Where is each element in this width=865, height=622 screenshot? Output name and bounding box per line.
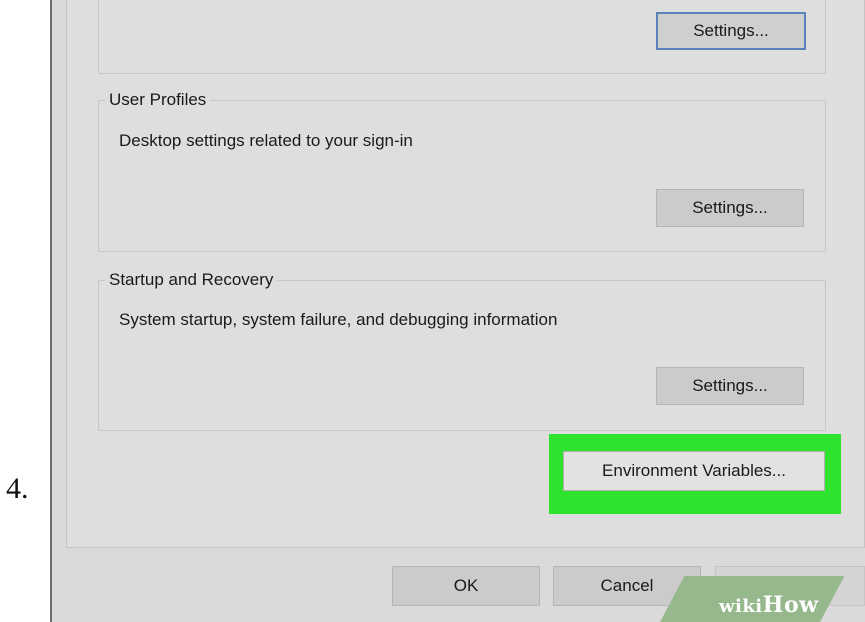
- system-properties-dialog: Settings... User Profiles Desktop settin…: [50, 0, 865, 622]
- highlight-box: Environment Variables...: [549, 434, 841, 514]
- startup-recovery-settings-button[interactable]: Settings...: [656, 367, 804, 405]
- startup-recovery-group: Startup and Recovery System startup, sys…: [98, 270, 826, 431]
- performance-group: Settings...: [98, 0, 826, 74]
- startup-recovery-legend: Startup and Recovery: [105, 270, 278, 290]
- user-profiles-legend: User Profiles: [105, 90, 211, 110]
- wikihow-logo-wiki: wiki: [719, 596, 763, 617]
- ok-button[interactable]: OK: [392, 566, 540, 606]
- user-profiles-group: User Profiles Desktop settings related t…: [98, 90, 826, 252]
- startup-recovery-description: System startup, system failure, and debu…: [119, 310, 558, 329]
- performance-settings-button[interactable]: Settings...: [656, 12, 806, 50]
- user-profiles-settings-button[interactable]: Settings...: [656, 189, 804, 227]
- wikihow-logo-how: How: [762, 592, 819, 618]
- user-profiles-description: Desktop settings related to your sign-in: [119, 131, 413, 150]
- wikihow-logo: wikiHow: [719, 592, 819, 618]
- step-number: 4.: [6, 472, 29, 505]
- environment-variables-button[interactable]: Environment Variables...: [563, 451, 825, 491]
